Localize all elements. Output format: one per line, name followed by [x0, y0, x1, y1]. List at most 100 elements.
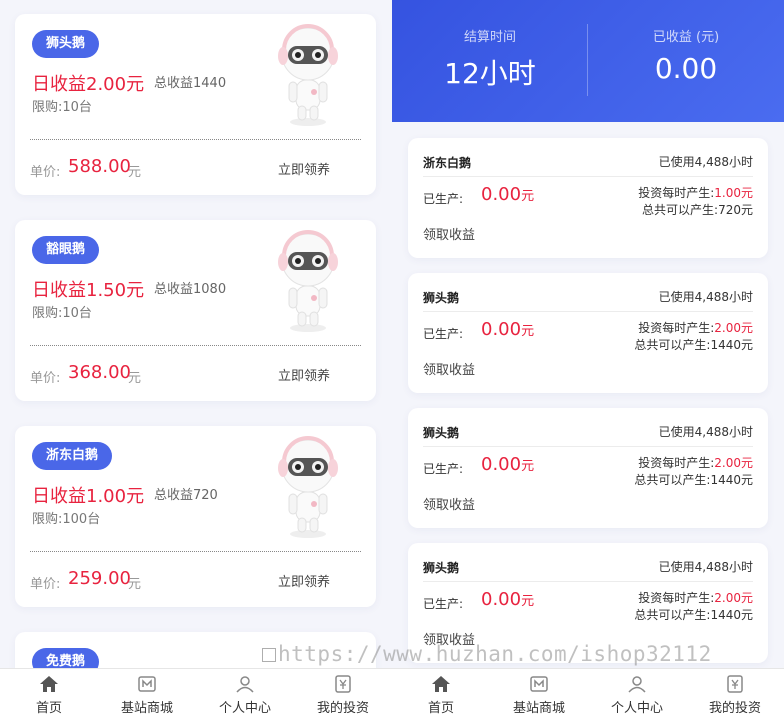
- total-income: 总收益1440: [154, 76, 227, 91]
- nav-item-store[interactable]: 基站商城: [98, 669, 196, 718]
- nav-item-store[interactable]: 基站商城: [490, 669, 588, 718]
- store-icon: [530, 676, 548, 692]
- collect-earnings-button[interactable]: 领取收益: [423, 224, 475, 243]
- nav-label: 我的投资: [316, 701, 369, 716]
- produced-label: 已生产:: [423, 327, 464, 341]
- daily-income: 日收益1.00元: [32, 486, 145, 507]
- nav-item-investment[interactable]: 我的投资: [294, 669, 392, 718]
- product-name-badge: 豁眼鹅: [32, 236, 100, 264]
- nav-label: 基站商城: [512, 701, 565, 716]
- price-unit: 元: [128, 165, 142, 180]
- bottom-nav: 首页 基站商城 个人中心 我的投资: [392, 668, 784, 718]
- investment-card: 浙东白鹅 已使用4,488小时 已生产: 0.00元 投资每时产生:1.00元 …: [408, 138, 768, 258]
- nav-item-home[interactable]: 首页: [392, 669, 490, 718]
- nav-item-home[interactable]: 首页: [0, 669, 98, 718]
- product-list-screen: 狮头鹅 日收益2.00元 总收益1440 限购:10台 单价: 588.00 元…: [0, 0, 392, 718]
- earned-value: 0.00: [654, 52, 718, 85]
- total-yield: 总共可以产生:1440元: [634, 473, 753, 487]
- adopt-now-button[interactable]: 立即领养: [278, 365, 330, 384]
- adopt-now-button[interactable]: 立即领养: [278, 159, 330, 178]
- nav-label: 基站商城: [120, 701, 173, 716]
- total-yield: 总共可以产生:720元: [642, 203, 753, 217]
- price-unit: 元: [128, 577, 142, 592]
- nav-label: 首页: [427, 701, 454, 716]
- daily-income: 日收益2.00元: [32, 74, 145, 95]
- card-divider: [423, 446, 753, 447]
- price-unit: 元: [128, 371, 142, 386]
- user-icon: [236, 676, 254, 693]
- price-label: 单价:: [30, 577, 61, 592]
- unit-price: 368.00: [68, 362, 131, 383]
- hourly-yield: 投资每时产生:2.00元: [638, 591, 753, 605]
- purchase-limit: 限购:100台: [32, 512, 101, 527]
- hourly-yield: 投资每时产生:2.00元: [638, 456, 753, 470]
- product-card[interactable]: 豁眼鹅 日收益1.50元 总收益1080 限购:10台 单价: 368.00 元…: [15, 220, 376, 401]
- investment-name: 浙东白鹅: [423, 156, 472, 170]
- nav-item-investment[interactable]: 我的投资: [686, 669, 784, 718]
- investment-icon: [727, 675, 743, 693]
- investment-name: 狮头鹅: [423, 291, 460, 305]
- adopt-now-button[interactable]: 立即领养: [278, 571, 330, 590]
- hourly-yield: 投资每时产生:2.00元: [638, 321, 753, 335]
- collect-earnings-button[interactable]: 领取收益: [423, 494, 475, 513]
- unit-price: 588.00: [68, 156, 131, 177]
- robot-mascot-icon: [278, 230, 338, 332]
- nav-item-profile[interactable]: 个人中心: [588, 669, 686, 718]
- investment-icon: [335, 675, 351, 693]
- settle-time-value: 12小时: [444, 57, 536, 90]
- home-icon: [432, 676, 450, 692]
- produced-label: 已生产:: [423, 597, 464, 611]
- robot-mascot-icon: [278, 24, 338, 126]
- total-yield: 总共可以产生:1440元: [634, 338, 753, 352]
- produced-value: 0.00元: [481, 589, 535, 610]
- hours-used: 已使用4,488小时: [658, 290, 753, 304]
- investment-card: 狮头鹅 已使用4,488小时 已生产: 0.00元 投资每时产生:2.00元 总…: [408, 273, 768, 393]
- hourly-yield: 投资每时产生:1.00元: [638, 186, 753, 200]
- nav-item-profile[interactable]: 个人中心: [196, 669, 294, 718]
- card-divider: [30, 139, 361, 140]
- hours-used: 已使用4,488小时: [658, 155, 753, 169]
- home-icon: [40, 676, 58, 692]
- produced-value: 0.00元: [481, 454, 535, 475]
- earned-label: 已收益 (元): [652, 30, 720, 45]
- broken-image-icon: [262, 648, 276, 662]
- total-income: 总收益1080: [154, 282, 227, 297]
- investment-name: 狮头鹅: [423, 561, 460, 575]
- produced-value: 0.00元: [481, 319, 535, 340]
- card-divider: [30, 345, 361, 346]
- card-divider: [423, 176, 753, 177]
- card-divider: [423, 311, 753, 312]
- user-icon: [628, 676, 646, 693]
- nav-label: 个人中心: [610, 701, 663, 716]
- produced-label: 已生产:: [423, 462, 464, 476]
- robot-mascot-icon: [278, 436, 338, 538]
- investment-name: 狮头鹅: [423, 426, 460, 440]
- card-divider: [423, 581, 753, 582]
- product-card[interactable]: 浙东白鹅 日收益1.00元 总收益720 限购:100台 单价: 259.00 …: [15, 426, 376, 607]
- price-label: 单价:: [30, 371, 61, 386]
- purchase-limit: 限购:10台: [32, 100, 92, 115]
- hours-used: 已使用4,488小时: [658, 425, 753, 439]
- product-name-badge: 浙东白鹅: [32, 442, 113, 470]
- purchase-limit: 限购:10台: [32, 306, 92, 321]
- product-card[interactable]: 狮头鹅 日收益2.00元 总收益1440 限购:10台 单价: 588.00 元…: [15, 14, 376, 195]
- store-icon: [138, 676, 156, 692]
- unit-price: 259.00: [68, 568, 131, 589]
- hours-used: 已使用4,488小时: [658, 560, 753, 574]
- produced-label: 已生产:: [423, 192, 464, 206]
- collect-earnings-button[interactable]: 领取收益: [423, 359, 475, 378]
- product-name-badge: 狮头鹅: [32, 30, 100, 58]
- investment-card: 狮头鹅 已使用4,488小时 已生产: 0.00元 投资每时产生:2.00元 总…: [408, 408, 768, 528]
- bottom-nav: 首页 基站商城 个人中心 我的投资: [0, 668, 392, 718]
- card-divider: [30, 551, 361, 552]
- summary-banner: 结算时间 12小时 已收益 (元) 0.00: [392, 0, 784, 122]
- nav-label: 个人中心: [218, 701, 271, 716]
- watermark: https://www.huzhan.com/ishop32112: [262, 642, 712, 666]
- my-investment-screen: 结算时间 12小时 已收益 (元) 0.00 浙东白鹅 已使用4,488小时 已…: [392, 0, 784, 718]
- nav-label: 我的投资: [708, 701, 761, 716]
- total-income: 总收益720: [154, 488, 218, 503]
- nav-label: 首页: [35, 701, 62, 716]
- settle-time-label: 结算时间: [463, 30, 516, 45]
- produced-value: 0.00元: [481, 184, 535, 205]
- price-label: 单价:: [30, 165, 61, 180]
